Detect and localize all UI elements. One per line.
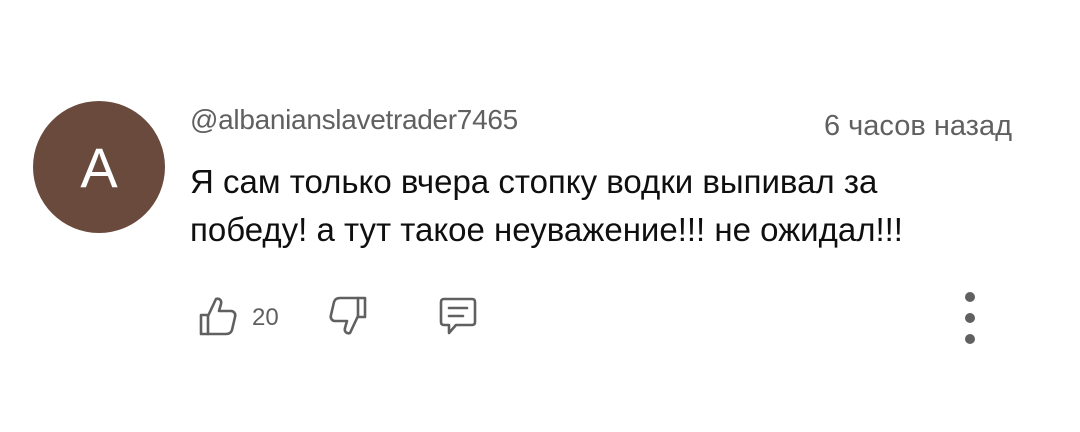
- more-dot: [965, 313, 975, 323]
- comment-text-line-1: Я сам только вчера стопку водки выпивал …: [190, 163, 878, 200]
- like-count: 20: [252, 304, 279, 331]
- more-dot: [965, 292, 975, 302]
- more-vertical-icon[interactable]: [956, 292, 984, 344]
- like-button[interactable]: 20: [198, 296, 279, 340]
- thumbs-down-icon: [328, 295, 368, 342]
- reply-comment-icon: [438, 295, 478, 342]
- comment-author[interactable]: @albanianslavetrader7465: [190, 104, 518, 136]
- avatar[interactable]: A: [33, 101, 165, 233]
- comment-timestamp: 6 часов назад: [823, 110, 1012, 142]
- comment-text: Я сам только вчера стопку водки выпивал …: [190, 158, 1030, 254]
- reply-button[interactable]: [438, 296, 478, 340]
- comment-text-line-2: победу! а тут такое неуважение!!! не ожи…: [190, 211, 903, 248]
- thumbs-up-icon: [198, 295, 238, 342]
- avatar-letter: A: [80, 135, 118, 199]
- more-dot: [965, 334, 975, 344]
- dislike-button[interactable]: [328, 296, 368, 340]
